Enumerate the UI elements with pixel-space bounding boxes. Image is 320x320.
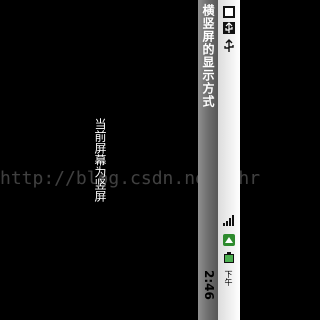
device-screen: 当前屏幕为竖屏 http://blog.csdn.net/chr 横竖屏的显示方…	[0, 0, 260, 320]
app-title: 横竖屏的显示方式	[201, 4, 215, 108]
status-bar[interactable]: 下午 2:46	[202, 0, 240, 320]
notification-icon	[221, 4, 237, 20]
clock: 下午 2:46	[202, 270, 238, 318]
screen-orientation-text: 当前屏幕为竖屏	[93, 118, 107, 202]
signal-icon	[221, 212, 237, 228]
clock-time: 2:46	[202, 270, 216, 300]
clock-ampm: 下午	[224, 270, 233, 286]
usb-icon	[221, 20, 237, 36]
usb-debug-icon	[221, 38, 237, 54]
network-icon	[221, 232, 237, 248]
battery-icon	[221, 250, 237, 266]
